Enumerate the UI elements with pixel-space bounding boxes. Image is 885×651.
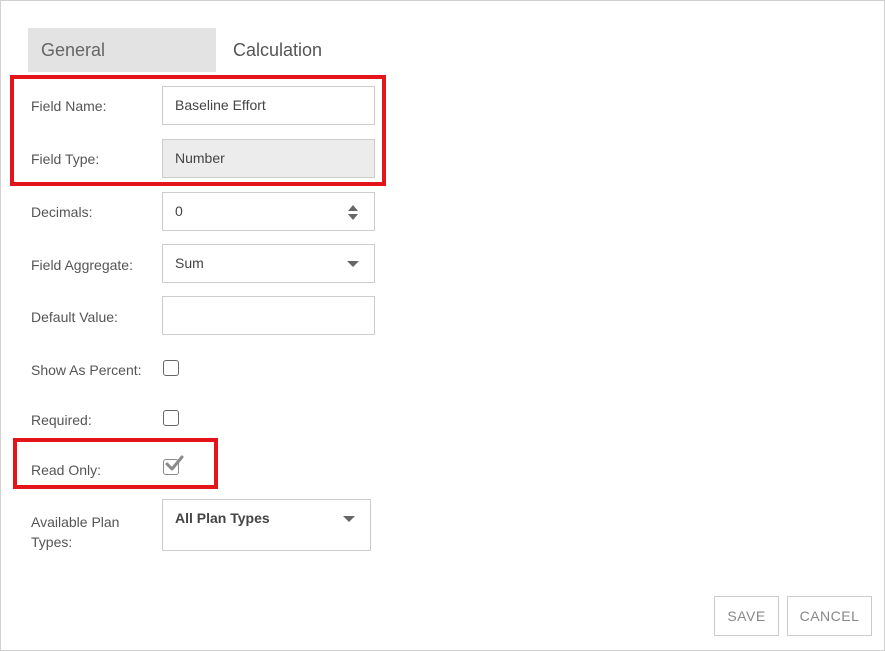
decimals-label: Decimals: — [31, 204, 93, 220]
field-aggregate-select[interactable]: Sum — [162, 244, 375, 283]
tab-calculation[interactable]: Calculation — [233, 28, 322, 72]
show-as-percent-label: Show As Percent: — [31, 362, 142, 378]
default-value-label: Default Value: — [31, 309, 118, 325]
highlight-box-name-type — [10, 75, 386, 186]
default-value-input[interactable] — [162, 296, 375, 335]
save-button[interactable]: SAVE — [714, 596, 779, 636]
tab-general[interactable]: General — [28, 28, 216, 72]
cancel-button[interactable]: CANCEL — [787, 596, 872, 636]
available-plan-types-label: Available Plan Types: — [31, 514, 120, 550]
field-aggregate-label: Field Aggregate: — [31, 257, 133, 273]
field-editor-dialog: General Calculation Field Name: Baseline… — [0, 0, 885, 651]
chevron-down-icon — [347, 261, 359, 267]
field-aggregate-value: Sum — [175, 255, 204, 271]
spin-down-icon[interactable] — [348, 214, 358, 220]
decimals-value: 0 — [175, 203, 183, 219]
show-as-percent-checkbox[interactable] — [163, 360, 179, 376]
available-plan-types-value: All Plan Types — [175, 510, 270, 526]
spin-up-icon[interactable] — [348, 205, 358, 211]
chevron-down-icon — [343, 516, 355, 522]
required-label: Required: — [31, 412, 92, 428]
required-checkbox[interactable] — [163, 410, 179, 426]
available-plan-types-select[interactable]: All Plan Types — [162, 499, 371, 551]
decimals-stepper[interactable]: 0 — [162, 192, 375, 231]
highlight-box-read-only — [13, 438, 218, 489]
